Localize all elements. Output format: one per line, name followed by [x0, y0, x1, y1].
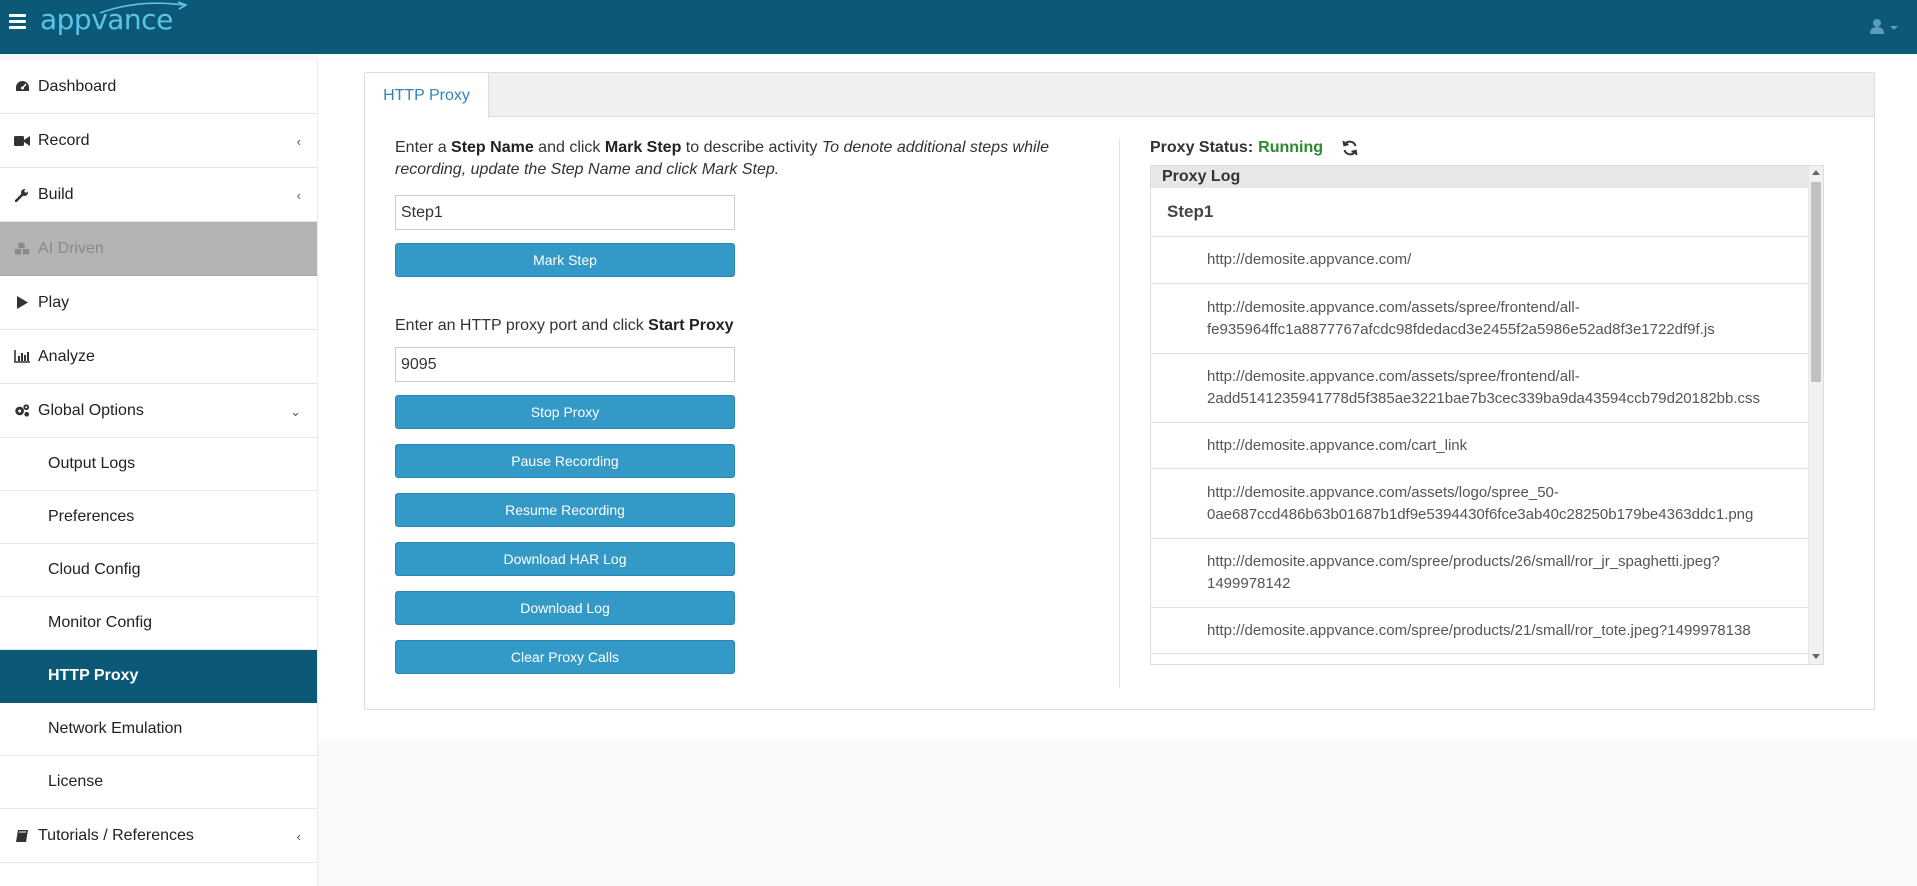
- download-har-log-button[interactable]: Download HAR Log: [395, 542, 735, 576]
- sidebar-item-label: Record: [38, 131, 90, 149]
- sidebar-item-build[interactable]: Build ‹: [0, 168, 317, 222]
- http-proxy-panel: HTTP Proxy Enter a Step Name and click M…: [364, 72, 1875, 710]
- cubes-icon: [14, 241, 30, 257]
- chevron-left-icon: ‹: [296, 188, 301, 203]
- proxy-log-header: Proxy Log: [1151, 166, 1823, 188]
- column-divider: [1119, 138, 1120, 688]
- intro-mark-step: Mark Step: [604, 139, 682, 156]
- sidebar-item-play[interactable]: Play: [0, 276, 317, 330]
- pause-recording-button[interactable]: Pause Recording: [395, 444, 735, 478]
- sidebar-item-label: Dashboard: [38, 77, 117, 95]
- proxy-status-value: Running: [1258, 139, 1324, 156]
- tab-http-proxy[interactable]: HTTP Proxy: [365, 73, 489, 118]
- proxy-status-section: Proxy Status: Running Proxy Log Step1 ht…: [1150, 137, 1824, 665]
- sidebar-item-label: Analyze: [38, 347, 95, 365]
- proxy-log-step: Step1: [1151, 188, 1808, 237]
- proxy-status: Proxy Status: Running: [1150, 137, 1824, 159]
- video-camera-icon: [14, 133, 30, 149]
- chevron-left-icon: ‹: [296, 134, 301, 149]
- dashboard-icon: [14, 79, 30, 95]
- sidebar-item-output-logs[interactable]: Output Logs: [0, 438, 317, 491]
- proxy-log-entry: http://demosite.appvance.com/spree/produ…: [1151, 539, 1808, 608]
- sidebar-item-label: Play: [38, 293, 70, 311]
- proxy-log-list[interactable]: Proxy Log Step1 http://demosite.appvance…: [1150, 165, 1824, 665]
- play-icon: [14, 295, 30, 311]
- proxy-log-entry: http://demosite.appvance.com/: [1151, 237, 1808, 284]
- tab-bar: HTTP Proxy: [365, 73, 1874, 118]
- sidebar-item-preferences[interactable]: Preferences: [0, 491, 317, 544]
- hamburger-menu-icon[interactable]: [9, 14, 26, 29]
- logo-swoosh-icon: [99, 1, 188, 14]
- sidebar-item-dashboard[interactable]: Dashboard: [0, 60, 317, 114]
- log-scrollbar[interactable]: [1808, 166, 1823, 664]
- top-navbar: appvance: [0, 0, 1917, 54]
- sidebar-item-global-options[interactable]: Global Options ⌄: [0, 384, 317, 438]
- port-prompt-text: Enter an HTTP proxy port and click: [395, 317, 649, 334]
- gears-icon: [14, 403, 30, 419]
- sidebar-nav: Dashboard Record ‹ Build ‹ AI Driven Pla…: [0, 60, 318, 886]
- user-icon: [1870, 19, 1898, 34]
- wrench-icon: [14, 187, 30, 203]
- appvance-logo[interactable]: appvance: [40, 1, 188, 36]
- bar-chart-icon: [14, 349, 30, 365]
- proxy-controls: Enter a Step Name and click Mark Step to…: [395, 137, 1085, 674]
- sidebar-item-http-proxy[interactable]: HTTP Proxy: [0, 650, 317, 703]
- download-log-button[interactable]: Download Log: [395, 591, 735, 625]
- stop-proxy-button[interactable]: Stop Proxy: [395, 395, 735, 429]
- sidebar-item-label: Tutorials / References: [38, 826, 194, 844]
- step-name-input[interactable]: [395, 195, 735, 230]
- scroll-up-arrow-icon[interactable]: [1812, 170, 1820, 175]
- proxy-log-entry: http://demosite.appvance.com/assets/logo…: [1151, 469, 1808, 539]
- scroll-down-arrow-icon[interactable]: [1812, 654, 1820, 659]
- step-instructions: Enter a Step Name and click Mark Step to…: [395, 137, 1075, 181]
- intro-text: and click: [533, 139, 605, 156]
- sidebar-item-tutorials-references[interactable]: Tutorials / References ‹: [0, 809, 317, 863]
- refresh-icon[interactable]: [1341, 139, 1359, 157]
- sidebar-item-cloud-config[interactable]: Cloud Config: [0, 544, 317, 597]
- user-menu-dropdown[interactable]: [1869, 18, 1899, 36]
- sidebar-item-label: Global Options: [38, 401, 144, 419]
- scrollbar-thumb[interactable]: [1811, 182, 1821, 382]
- proxy-log-entry: http://demosite.appvance.com/assets/spre…: [1151, 354, 1808, 423]
- sidebar-item-license[interactable]: License: [0, 756, 317, 809]
- mark-step-button[interactable]: Mark Step: [395, 243, 735, 277]
- sidebar-item-label: Build: [38, 185, 74, 203]
- proxy-log-entry: http://demosite.appvance.com/assets/spre…: [1151, 284, 1808, 354]
- proxy-status-label: Proxy Status:: [1150, 139, 1254, 156]
- intro-text: to describe activity: [681, 139, 822, 156]
- sidebar-item-monitor-config[interactable]: Monitor Config: [0, 597, 317, 650]
- proxy-log-entry: http://demosite.appvance.com/cart_link: [1151, 423, 1808, 469]
- chevron-down-icon: ⌄: [290, 404, 301, 419]
- chevron-left-icon: ‹: [296, 829, 301, 844]
- intro-step-name: Step Name: [451, 139, 534, 156]
- sidebar-item-record[interactable]: Record ‹: [0, 114, 317, 168]
- intro-text: Enter a: [395, 139, 452, 156]
- book-icon: [14, 828, 30, 844]
- sidebar-item-label: AI Driven: [38, 239, 104, 257]
- sidebar-item-analyze[interactable]: Analyze: [0, 330, 317, 384]
- clear-proxy-calls-button[interactable]: Clear Proxy Calls: [395, 640, 735, 674]
- sidebar-item-ai-driven: AI Driven: [0, 222, 317, 276]
- port-prompt-start-proxy: Start Proxy: [648, 317, 734, 334]
- port-instructions: Enter an HTTP proxy port and click Start…: [395, 317, 1085, 335]
- sidebar-item-network-emulation[interactable]: Network Emulation: [0, 703, 317, 756]
- proxy-port-input[interactable]: [395, 347, 735, 382]
- resume-recording-button[interactable]: Resume Recording: [395, 493, 735, 527]
- proxy-log-entry: http://demosite.appvance.com/spree/produ…: [1151, 608, 1808, 654]
